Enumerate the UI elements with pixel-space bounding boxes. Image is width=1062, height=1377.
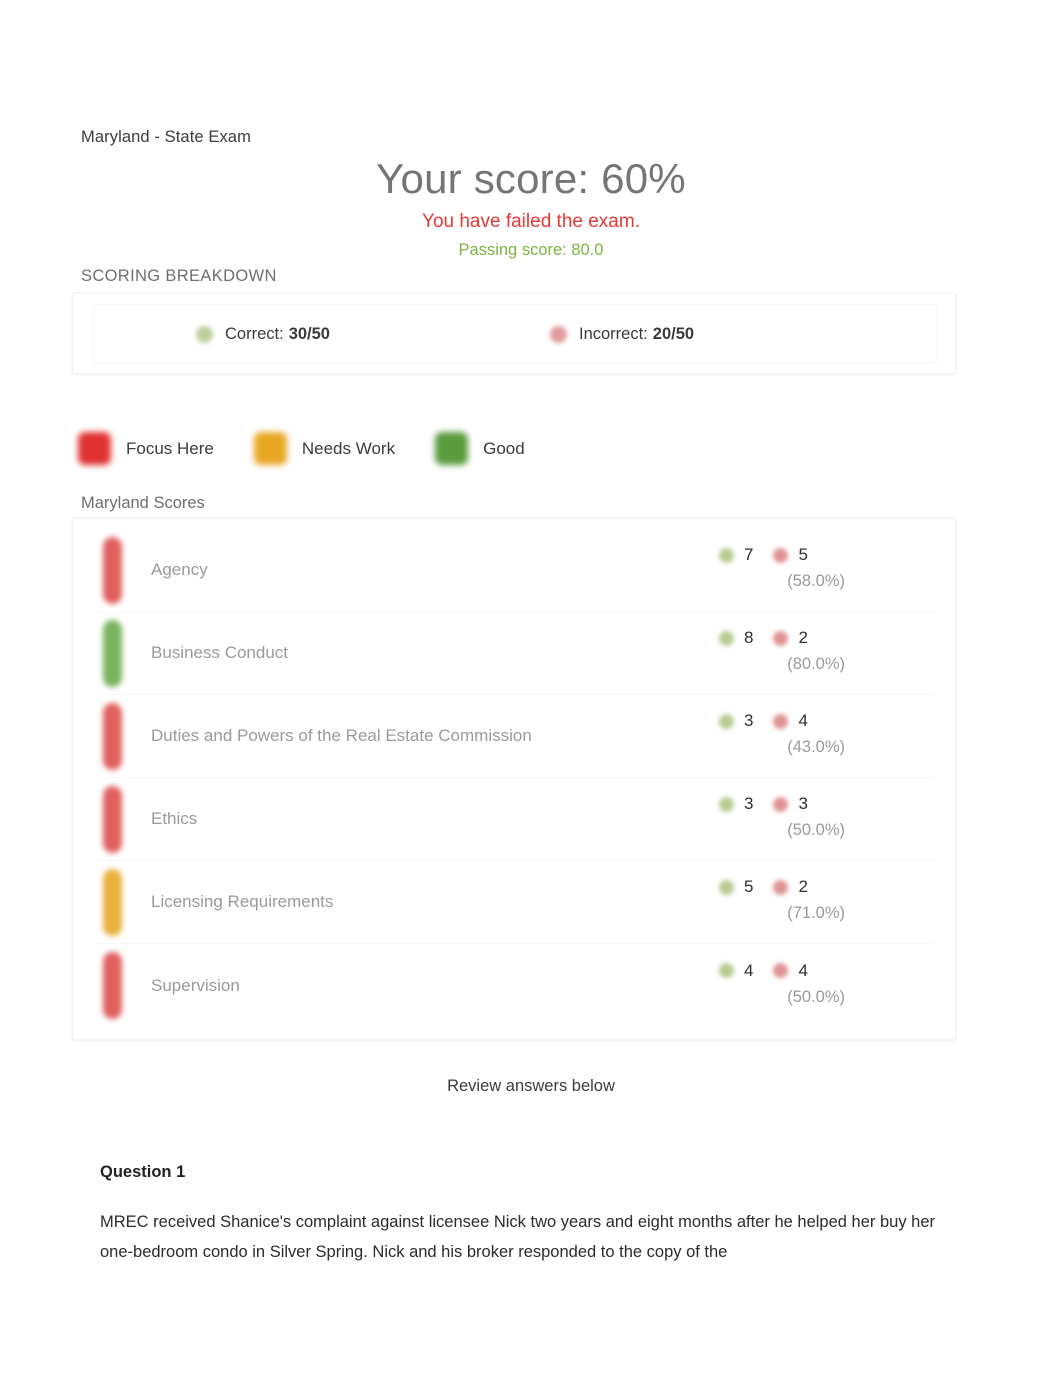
scoring-breakdown-inner: Correct: 30/50 Incorrect: 20/50 (93, 304, 937, 364)
table-row: Business Conduct 8 2 (80.0%) (95, 612, 933, 695)
topic-stats: 8 2 (80.0%) (693, 622, 933, 684)
topic-name: Licensing Requirements (151, 892, 334, 911)
correct-circle-icon (719, 713, 734, 729)
status-legend: Focus Here Needs Work Good (78, 432, 565, 465)
exam-name: Maryland - State Exam (81, 128, 251, 146)
incorrect-circle-icon (773, 713, 789, 729)
page-title: Your score: 60% (376, 155, 686, 202)
question-number: Question 1 (100, 1163, 186, 1181)
table-row: Licensing Requirements 5 2 (71.0%) (95, 861, 933, 944)
focus-here-swatch-icon (78, 432, 111, 465)
scoring-breakdown-label: SCORING BREAKDOWN (81, 267, 277, 285)
table-row: Duties and Powers of the Real Estate Com… (95, 695, 933, 778)
topic-stats: 4 4 (50.0%) (693, 955, 933, 1017)
table-row: Supervision 4 4 (50.0%) (95, 944, 933, 1027)
topic-percent: (50.0%) (787, 987, 845, 1006)
legend-label: Good (483, 438, 525, 458)
legend-label: Needs Work (301, 438, 396, 458)
correct-circle-icon (719, 796, 734, 812)
incorrect-count: 5 (798, 545, 808, 564)
incorrect-circle-icon (550, 325, 567, 343)
incorrect-count: 2 (798, 877, 808, 896)
incorrect-circle-icon (773, 963, 789, 978)
legend-item-focus-here: Focus Here (78, 432, 214, 465)
topic-percent: (71.0%) (787, 904, 845, 922)
table-row: Ethics 3 3 (50.0%) (95, 778, 933, 861)
incorrect-circle-icon (773, 547, 789, 563)
topic-name: Duties and Powers of the Real Estate Com… (151, 726, 532, 745)
correct-summary: Correct: 30/50 (196, 325, 330, 344)
topic-stats: 3 4 (43.0%) (693, 705, 933, 767)
correct-label: Correct: (225, 324, 284, 343)
incorrect-label: Incorrect: (579, 324, 648, 343)
incorrect-summary: Incorrect: 20/50 (550, 325, 694, 344)
stat-line: 3 4 (693, 711, 933, 731)
scores-section-label: Maryland Scores (81, 494, 205, 512)
topic-percent: (50.0%) (787, 821, 845, 839)
topic-stats: 3 3 (50.0%) (693, 788, 933, 850)
correct-circle-icon (719, 879, 734, 895)
legend-label: Focus Here (126, 438, 214, 458)
legend-item-needs-work: Needs Work (253, 432, 396, 465)
topic-stats: 7 5 (58.0%) (693, 539, 933, 601)
status-bar (103, 869, 122, 936)
scoring-breakdown-card: Correct: 30/50 Incorrect: 20/50 (72, 292, 956, 374)
correct-count: 7 (744, 545, 754, 564)
incorrect-circle-icon (773, 796, 789, 812)
incorrect-count: 4 (798, 711, 808, 730)
topic-name: Agency (151, 560, 208, 579)
incorrect-circle-icon (773, 879, 789, 895)
correct-circle-icon (719, 547, 734, 563)
needs-work-swatch-icon (253, 432, 287, 465)
correct-count: 3 (744, 794, 754, 813)
correct-value: 30/50 (288, 324, 330, 343)
correct-count: 4 (744, 960, 754, 980)
status-bar (103, 952, 122, 1019)
exam-results-page: Maryland - State Exam Your score: 60% Yo… (0, 0, 1062, 1377)
incorrect-count: 4 (798, 960, 808, 980)
incorrect-count: 3 (798, 794, 808, 813)
good-swatch-icon (435, 432, 469, 465)
stat-line: 5 2 (693, 877, 933, 897)
scores-table: Agency 7 5 (58.0%) Business Conduct 8 2 … (72, 518, 956, 1040)
stat-line: 3 3 (693, 794, 933, 814)
correct-count: 3 (744, 711, 754, 730)
legend-item-good: Good (435, 432, 525, 465)
topic-name: Ethics (151, 809, 198, 828)
table-row: Agency 7 5 (58.0%) (95, 529, 933, 612)
correct-circle-icon (719, 963, 734, 978)
incorrect-count: 2 (798, 628, 808, 647)
stat-line: 4 4 (693, 961, 933, 981)
stat-line: 7 5 (693, 545, 933, 565)
correct-circle-icon (196, 325, 213, 343)
topic-stats: 5 2 (71.0%) (693, 871, 933, 933)
status-bar (103, 703, 122, 770)
topic-name: Business Conduct (151, 643, 289, 662)
stat-line: 8 2 (693, 628, 933, 648)
incorrect-value: 20/50 (652, 324, 695, 343)
status-bar (103, 786, 122, 853)
passing-score: Passing score: 80.0 (458, 241, 604, 259)
correct-circle-icon (719, 630, 734, 646)
topic-percent: (80.0%) (787, 655, 845, 673)
topic-percent: (43.0%) (787, 738, 845, 756)
result-message: You have failed the exam. (422, 211, 640, 232)
topic-percent: (58.0%) (787, 572, 845, 590)
status-bar (103, 537, 122, 604)
status-bar (103, 620, 122, 687)
incorrect-circle-icon (773, 630, 789, 646)
topic-name: Supervision (151, 975, 240, 995)
correct-count: 8 (744, 628, 754, 647)
correct-count: 5 (744, 877, 754, 896)
review-answers-note: Review answers below (447, 1077, 615, 1095)
question-text: MREC received Shanice's complaint agains… (100, 1213, 936, 1261)
